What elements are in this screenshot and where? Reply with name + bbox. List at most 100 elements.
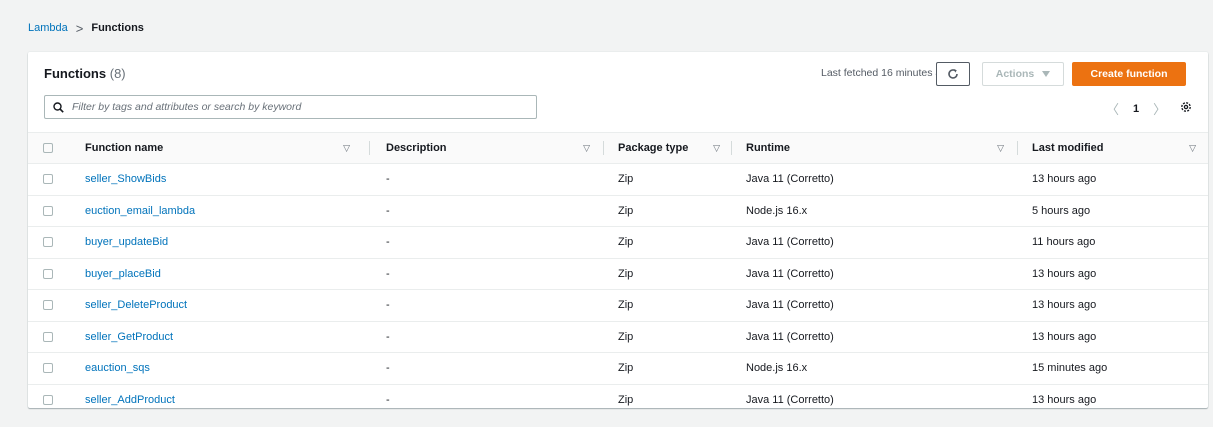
function-name-link[interactable]: seller_GetProduct [85, 331, 173, 343]
sort-icon: ▽ [343, 142, 350, 153]
last-modified-cell: 13 hours ago [1018, 163, 1208, 196]
function-name-cell: euction_email_lambda [83, 195, 370, 227]
function-name-link[interactable]: seller_ShowBids [85, 173, 166, 185]
breadcrumb-lambda-link[interactable]: Lambda [28, 22, 68, 34]
row-checkbox[interactable] [43, 174, 53, 185]
function-count: (8) [109, 66, 126, 81]
last-modified-cell: 5 hours ago [1018, 195, 1208, 227]
row-checkbox[interactable] [43, 363, 53, 374]
package-type-cell: Zip [604, 258, 732, 290]
functions-table: Function name ▽ Description ▽ Package ty… [28, 132, 1208, 415]
next-page-icon[interactable]: 〉 [1153, 99, 1166, 118]
description-cell: - [370, 289, 604, 322]
row-checkbox[interactable] [43, 205, 53, 216]
row-checkbox[interactable] [43, 394, 53, 405]
runtime-cell: Java 11 (Corretto) [732, 321, 1018, 353]
caret-down-icon [1042, 71, 1051, 77]
row-select-cell [28, 226, 83, 259]
function-name-cell: seller_AddProduct [83, 384, 370, 415]
function-name-link[interactable]: seller_DeleteProduct [85, 299, 187, 311]
function-name-link[interactable]: buyer_placeBid [85, 268, 161, 280]
refresh-button[interactable] [936, 62, 970, 86]
description-cell: - [370, 226, 604, 259]
table-row[interactable]: eauction_sqs - Zip Node.js 16.x 15 minutes a… [28, 352, 1208, 385]
function-name-cell: seller_ShowBids [83, 163, 370, 196]
row-select-cell [28, 258, 83, 290]
runtime-cell: Java 11 (Corretto) [746, 393, 834, 406]
description-cell: - [370, 321, 604, 353]
function-name-link[interactable]: seller_AddProduct [85, 394, 175, 406]
last-modified-cell: 13 hours ago [1032, 393, 1097, 406]
table-row[interactable]: seller_AddProduct - Zip Java 11 (Corretto) 1… [28, 384, 1208, 415]
package-type-cell: Zip [604, 195, 732, 227]
description-cell: - [370, 195, 604, 227]
search-box [44, 95, 537, 119]
description-cell: - [370, 352, 604, 385]
current-page[interactable]: 1 [1133, 103, 1139, 115]
description-cell: - [370, 258, 604, 290]
runtime-cell: Java 11 (Corretto) [732, 289, 1018, 322]
last-modified-cell: 13 hours ago [1018, 321, 1208, 353]
description-cell: - [386, 393, 390, 406]
sort-icon: ▽ [997, 142, 1004, 153]
last-fetched-text: Last fetched 16 minutes ago [821, 67, 953, 79]
column-header-function-name[interactable]: Function name ▽ [83, 132, 370, 164]
function-name-link[interactable]: buyer_updateBid [85, 236, 168, 248]
breadcrumb-separator-icon: > [75, 20, 84, 36]
package-type-cell: Zip [604, 163, 732, 196]
actions-button[interactable]: Actions [982, 62, 1064, 86]
package-type-cell: Zip [604, 321, 732, 353]
row-select-cell [28, 352, 83, 385]
column-label: Package type [618, 142, 689, 154]
row-select-cell [28, 384, 83, 415]
search-input[interactable] [70, 100, 536, 114]
select-all-checkbox[interactable] [43, 143, 53, 154]
function-name-cell: seller_DeleteProduct [83, 289, 370, 322]
column-header-package-type[interactable]: Package type ▽ [604, 132, 732, 164]
sort-icon: ▽ [1189, 142, 1196, 153]
function-name-link[interactable]: eauction_sqs [85, 362, 150, 374]
runtime-cell: Java 11 (Corretto) [732, 163, 1018, 196]
column-label: Description [386, 142, 447, 154]
table-row[interactable]: seller_DeleteProduct - Zip Java 11 (Corrett… [28, 289, 1208, 322]
column-label: Runtime [746, 142, 790, 154]
package-type-cell: Zip [604, 352, 732, 385]
search-icon [53, 101, 64, 113]
row-select-cell [28, 289, 83, 322]
settings-gear-icon[interactable] [1180, 101, 1192, 113]
runtime-cell: Node.js 16.x [732, 195, 1018, 227]
table-row[interactable]: seller_GetProduct - Zip Java 11 (Corretto) 1… [28, 321, 1208, 353]
last-modified-cell: 13 hours ago [1018, 258, 1208, 290]
package-type-cell: Zip [618, 393, 634, 406]
row-checkbox[interactable] [43, 331, 53, 342]
function-name-cell: buyer_placeBid [83, 258, 370, 290]
table-row[interactable]: seller_ShowBids - Zip Java 11 (Corretto) 13 … [28, 163, 1208, 196]
function-name-cell: eauction_sqs [83, 352, 370, 385]
description-cell: - [370, 163, 604, 196]
column-label: Function name [85, 142, 164, 154]
table-row[interactable]: buyer_updateBid - Zip Java 11 (Corretto) 11 … [28, 226, 1208, 259]
table-row[interactable]: euction_email_lambda - Zip Node.js 16.x 5 ho… [28, 195, 1208, 227]
column-header-description[interactable]: Description ▽ [370, 132, 604, 164]
column-label: Last modified [1032, 142, 1104, 154]
breadcrumb: Lambda > Functions [28, 20, 144, 36]
column-header-runtime[interactable]: Runtime ▽ [732, 132, 1018, 164]
previous-page-icon[interactable]: 〈 [1106, 99, 1119, 118]
row-checkbox[interactable] [43, 268, 53, 279]
create-function-button[interactable]: Create function [1072, 62, 1186, 86]
functions-panel: Functions (8) Last fetched 16 minutes ag… [28, 52, 1208, 408]
runtime-cell: Java 11 (Corretto) [732, 258, 1018, 290]
sort-icon: ▽ [713, 142, 720, 153]
function-name-link[interactable]: euction_email_lambda [85, 205, 195, 217]
last-modified-cell: 11 hours ago [1018, 226, 1208, 259]
column-header-last-modified[interactable]: Last modified ▽ [1018, 132, 1208, 164]
runtime-cell: Node.js 16.x [732, 352, 1018, 385]
sort-icon: ▽ [583, 142, 590, 153]
pagination: 〈 1 〉 [1106, 99, 1166, 118]
row-checkbox[interactable] [43, 237, 53, 248]
select-all-cell [28, 132, 83, 164]
table-row[interactable]: buyer_placeBid - Zip Java 11 (Corretto) 13 h… [28, 258, 1208, 290]
refresh-icon [948, 69, 958, 79]
function-name-cell: seller_GetProduct [83, 321, 370, 353]
row-checkbox[interactable] [43, 300, 53, 311]
